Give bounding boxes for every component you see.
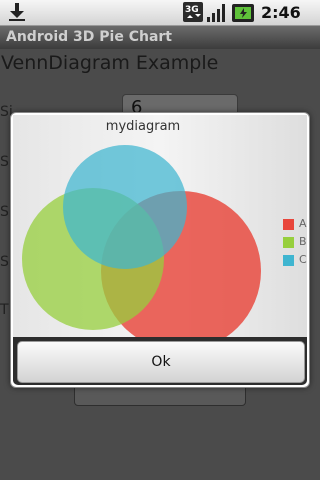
3g-network-icon: 3G [183, 2, 203, 22]
venn-chart-panel: mydiagram A B C [13, 115, 307, 337]
signal-icon [207, 4, 225, 22]
download-icon [9, 3, 25, 21]
chart-title: mydiagram [105, 119, 181, 134]
status-bar: 3G 2:46 pm [0, 0, 320, 41]
legend-swatch-b [283, 237, 294, 248]
page-heading: VennDiagram Example [1, 52, 219, 74]
battery-charging-icon [232, 4, 254, 22]
app-title: Android 3D Pie Chart [6, 29, 172, 45]
legend-swatch-c [283, 255, 294, 266]
legend-label-c: C [299, 253, 307, 266]
legend-label-b: B [299, 235, 307, 248]
svg-text:3G: 3G [185, 5, 199, 15]
dialog-button-bar: Ok [13, 337, 307, 385]
app-title-bar: Android 3D Pie Chart [0, 26, 320, 49]
venn-diagram [22, 145, 261, 337]
form-row-label-5: T [0, 302, 9, 318]
ok-button[interactable]: Ok [17, 341, 305, 383]
legend-swatch-a [283, 219, 294, 230]
chart-dialog: mydiagram A B C Ok [10, 112, 310, 388]
legend-label-a: A [299, 217, 307, 230]
venn-set-c [63, 145, 187, 269]
